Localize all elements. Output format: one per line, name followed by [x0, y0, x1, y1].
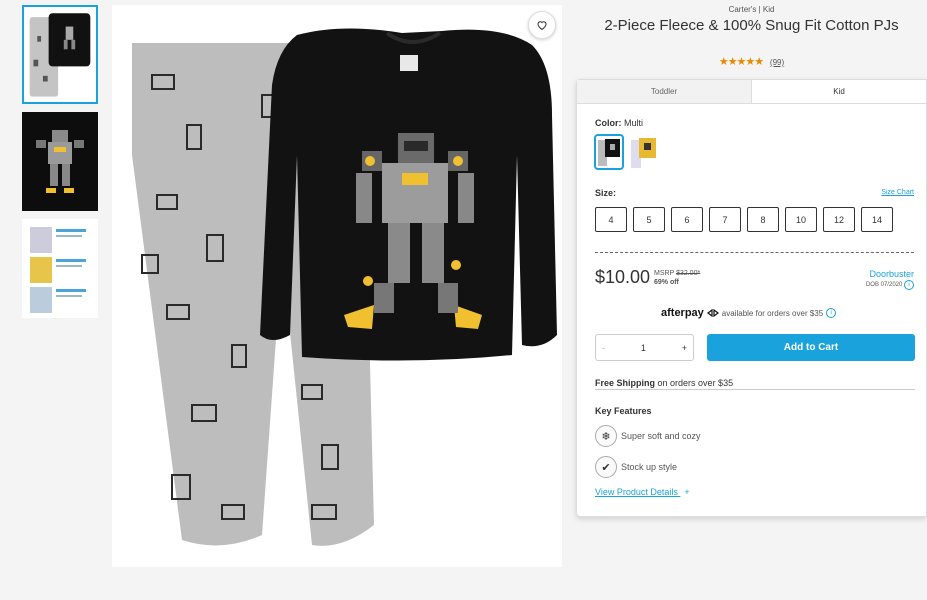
feature-label: Super soft and cozy — [621, 431, 701, 441]
size-option-7[interactable]: 7 — [709, 207, 741, 232]
afterpay-text: available for orders over $35 — [721, 308, 824, 318]
thumbnail-3[interactable] — [22, 219, 98, 318]
size-chart-link[interactable]: Size Chart — [881, 189, 914, 196]
size-range-tabs: Toddler Kid — [577, 80, 926, 104]
discount-text: 69% off — [654, 279, 679, 286]
shipping-message: Free Shipping on orders over $35 — [595, 378, 915, 390]
wishlist-button[interactable] — [528, 11, 556, 39]
brand-breadcrumb[interactable]: Carter's | Kid — [576, 5, 927, 14]
info-icon[interactable]: i — [904, 280, 914, 290]
check-icon: ✔ — [595, 456, 617, 478]
thumbnail-2[interactable] — [22, 112, 98, 211]
swatch-multi-black[interactable] — [594, 134, 624, 170]
thumbnail-list — [22, 5, 98, 326]
promo-label: Doorbuster — [869, 269, 914, 279]
quantity-value[interactable]: 1 — [641, 343, 646, 353]
afterpay-arrows-icon — [706, 309, 719, 317]
size-label: Size: — [595, 188, 617, 198]
promo-date: DOB 07/2020 — [865, 282, 903, 288]
size-option-14[interactable]: 14 — [861, 207, 893, 232]
shipping-bold: Free Shipping — [595, 378, 656, 388]
heart-icon — [537, 21, 547, 31]
tab-toddler[interactable]: Toddler — [577, 80, 752, 103]
quantity-stepper: - 1 + — [595, 334, 694, 361]
size-option-10[interactable]: 10 — [785, 207, 817, 232]
snowflake-icon: ❄ — [595, 425, 617, 447]
key-features-title: Key Features — [595, 406, 652, 416]
size-option-4[interactable]: 4 — [595, 207, 627, 232]
promo-block: Doorbuster DOB 07/2020 i — [866, 269, 914, 290]
thumbnail-1[interactable] — [22, 5, 98, 104]
color-value: Multi — [624, 118, 644, 128]
size-option-12[interactable]: 12 — [823, 207, 855, 232]
size-option-5[interactable]: 5 — [633, 207, 665, 232]
review-count-link[interactable]: (99) — [770, 58, 784, 67]
purchase-panel: Toddler Kid Color: Multi Size: Size Char… — [576, 79, 927, 517]
details-link-label: View Product Details — [595, 487, 678, 497]
rating-summary[interactable]: ★★★★★ (99) — [576, 55, 927, 68]
view-product-details-link[interactable]: View Product Details + — [595, 487, 690, 497]
shipping-text: on orders over $35 — [657, 378, 734, 388]
main-product-image — [112, 5, 562, 567]
afterpay-info-icon[interactable]: i — [826, 308, 837, 318]
swatch-multi-yellow[interactable] — [628, 134, 658, 170]
feature-item: ❄ Super soft and cozy — [595, 425, 701, 447]
decrement-button[interactable]: - — [602, 343, 605, 353]
product-title: 2-Piece Fleece & 100% Snug Fit Cotton PJ… — [604, 17, 899, 34]
color-swatches — [594, 134, 658, 170]
size-option-6[interactable]: 6 — [671, 207, 703, 232]
tab-kid[interactable]: Kid — [752, 80, 926, 103]
feature-item: ✔ Stock up style — [595, 456, 677, 478]
afterpay-logo: afterpay — [661, 307, 704, 319]
sale-price: $10.00 — [595, 267, 651, 287]
color-selection: Color: Multi — [595, 118, 643, 128]
size-options: 4 5 6 7 8 10 12 14 — [595, 207, 893, 232]
plus-icon: + — [684, 487, 690, 497]
color-label: Color: — [595, 118, 622, 128]
msrp-value: $32.00* — [676, 270, 701, 277]
msrp-block: MSRP $32.00* 69% off — [654, 269, 700, 287]
add-to-cart-button[interactable]: Add to Cart — [707, 334, 915, 361]
increment-button[interactable]: + — [682, 343, 687, 353]
msrp-label: MSRP — [654, 270, 675, 277]
feature-label: Stock up style — [621, 462, 678, 472]
rating-stars: ★★★★★ — [718, 56, 764, 68]
afterpay-message: afterpay available for orders over $35 i — [661, 307, 837, 319]
size-option-8[interactable]: 8 — [747, 207, 779, 232]
divider — [595, 252, 914, 253]
